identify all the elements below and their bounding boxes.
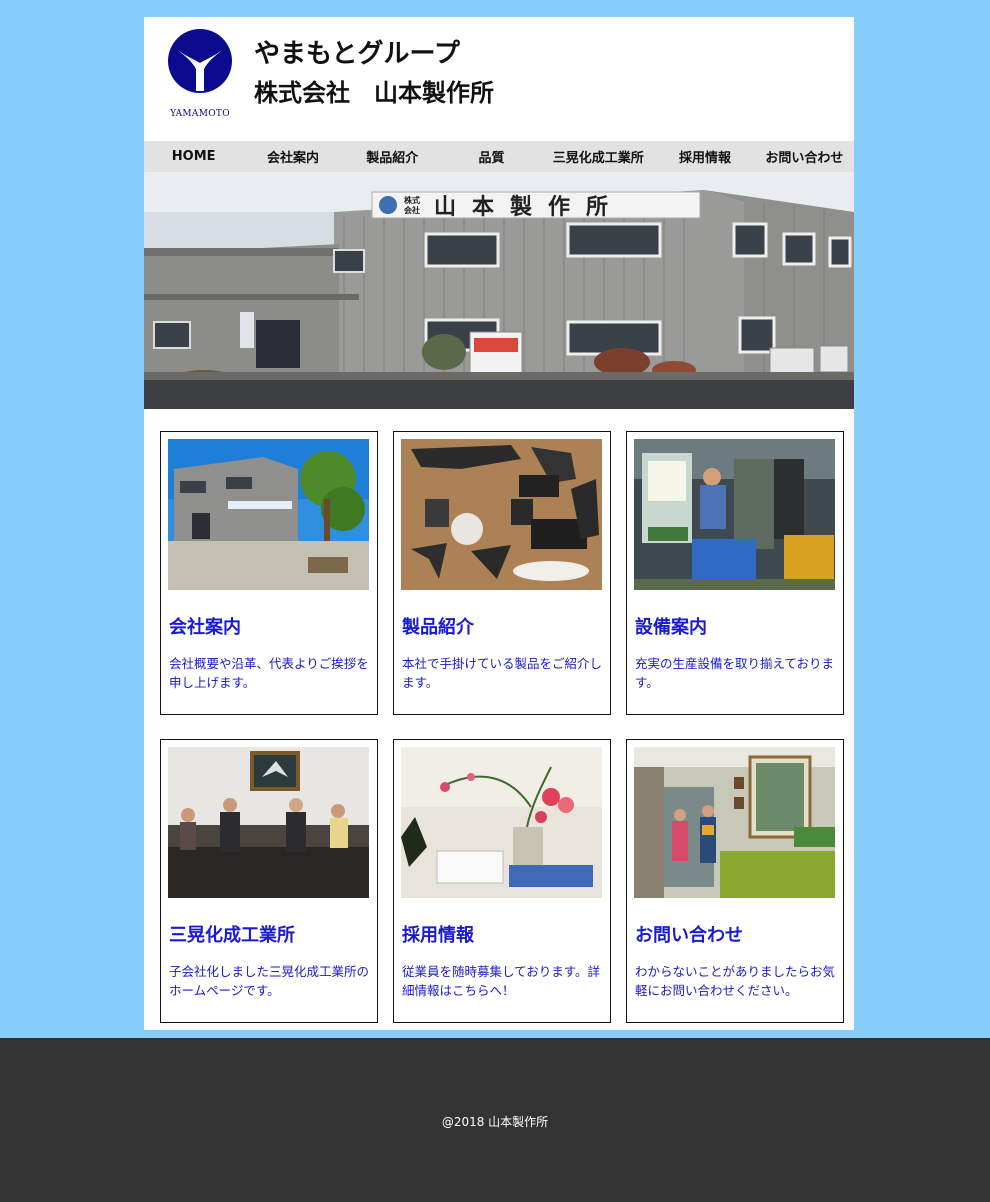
staff-photo-icon <box>634 747 835 898</box>
card-recruit-title: 採用情報 <box>402 925 474 946</box>
logo-text: YAMAMOTO <box>170 109 230 119</box>
card-equipment[interactable]: 設備案内 充実の生産設備を取り揃えております。 <box>626 431 844 715</box>
card-products[interactable]: 製品紹介 本社で手掛けている製品をご紹介します。 <box>393 431 611 715</box>
card-products-image <box>401 439 602 590</box>
yamamoto-logo-icon <box>168 29 232 93</box>
card-company-desc: 会社概要や沿革、代表よりご挨拶を申し上げます。 <box>169 656 369 690</box>
products-photo-icon <box>401 439 602 590</box>
sign-small-2: 会社 <box>404 205 420 215</box>
card-sanko-image <box>168 747 369 898</box>
group-name: やまもとグループ <box>254 39 460 69</box>
copyright-text: @2018 山本製作所 <box>441 1115 549 1129</box>
card-sanko[interactable]: 三晃化成工業所 子会社化しました三晃化成工業所のホームページです。 <box>160 739 378 1023</box>
card-recruit-desc: 従業員を随時募集しております。詳細情報はこちらへ！ <box>402 964 601 998</box>
factory-photo-icon: 株式 会社 山本製作所 <box>144 172 854 409</box>
card-company[interactable]: 会社案内 会社概要や沿革、代表よりご挨拶を申し上げます。 <box>160 431 378 715</box>
card-contact[interactable]: お問い合わせ わからないことがありましたらお気軽にお問い合わせください。 <box>626 739 844 1023</box>
card-contact-title: お問い合わせ <box>635 925 743 946</box>
card-equipment-desc: 充実の生産設備を取り揃えております。 <box>635 656 835 690</box>
hero-factory-image: 株式 会社 山本製作所 <box>144 172 854 409</box>
flower-arrangement-photo-icon <box>401 747 602 898</box>
company-building-photo-icon <box>168 439 369 590</box>
card-equipment-title: 設備案内 <box>635 617 707 638</box>
card-recruit[interactable]: 採用情報 従業員を随時募集しております。詳細情報はこちらへ！ <box>393 739 611 1023</box>
card-recruit-image <box>401 747 602 898</box>
main-nav: HOME 会社案内 製品紹介 品質 三晃化成工業所 採用情報 お問い合わせ <box>144 141 854 172</box>
card-products-desc: 本社で手掛けている製品をご紹介します。 <box>402 656 603 690</box>
card-sanko-desc: 子会社化しました三晃化成工業所のホームページです。 <box>169 964 370 998</box>
site-footer: @2018 山本製作所 <box>0 1038 990 1202</box>
card-sanko-title: 三晃化成工業所 <box>169 925 295 946</box>
company-logo[interactable]: YAMAMOTO <box>164 29 236 119</box>
sign-small-1: 株式 <box>404 195 420 205</box>
nav-item-contact[interactable]: お問い合わせ <box>755 141 854 172</box>
nav-item-quality[interactable]: 品質 <box>442 141 541 172</box>
nav-item-company[interactable]: 会社案内 <box>243 141 342 172</box>
nav-item-recruit[interactable]: 採用情報 <box>655 141 754 172</box>
card-company-image <box>168 439 369 590</box>
card-contact-desc: わからないことがありましたらお気軽にお問い合わせください。 <box>635 964 836 998</box>
nav-item-home[interactable]: HOME <box>144 141 243 172</box>
card-company-title: 会社案内 <box>169 617 241 638</box>
sign-text: 山本製作所 <box>434 194 624 220</box>
card-equipment-image <box>634 439 835 590</box>
company-name: 株式会社 山本製作所 <box>254 79 494 107</box>
nav-item-sanko[interactable]: 三晃化成工業所 <box>541 141 655 172</box>
nav-item-products[interactable]: 製品紹介 <box>343 141 442 172</box>
site-header: YAMAMOTO やまもとグループ 株式会社 山本製作所 <box>144 17 854 141</box>
page-container: YAMAMOTO やまもとグループ 株式会社 山本製作所 HOME 会社案内 製… <box>144 17 854 1030</box>
card-contact-image <box>634 747 835 898</box>
equipment-photo-icon <box>634 439 835 590</box>
card-products-title: 製品紹介 <box>402 617 474 638</box>
executives-photo-icon <box>168 747 369 898</box>
